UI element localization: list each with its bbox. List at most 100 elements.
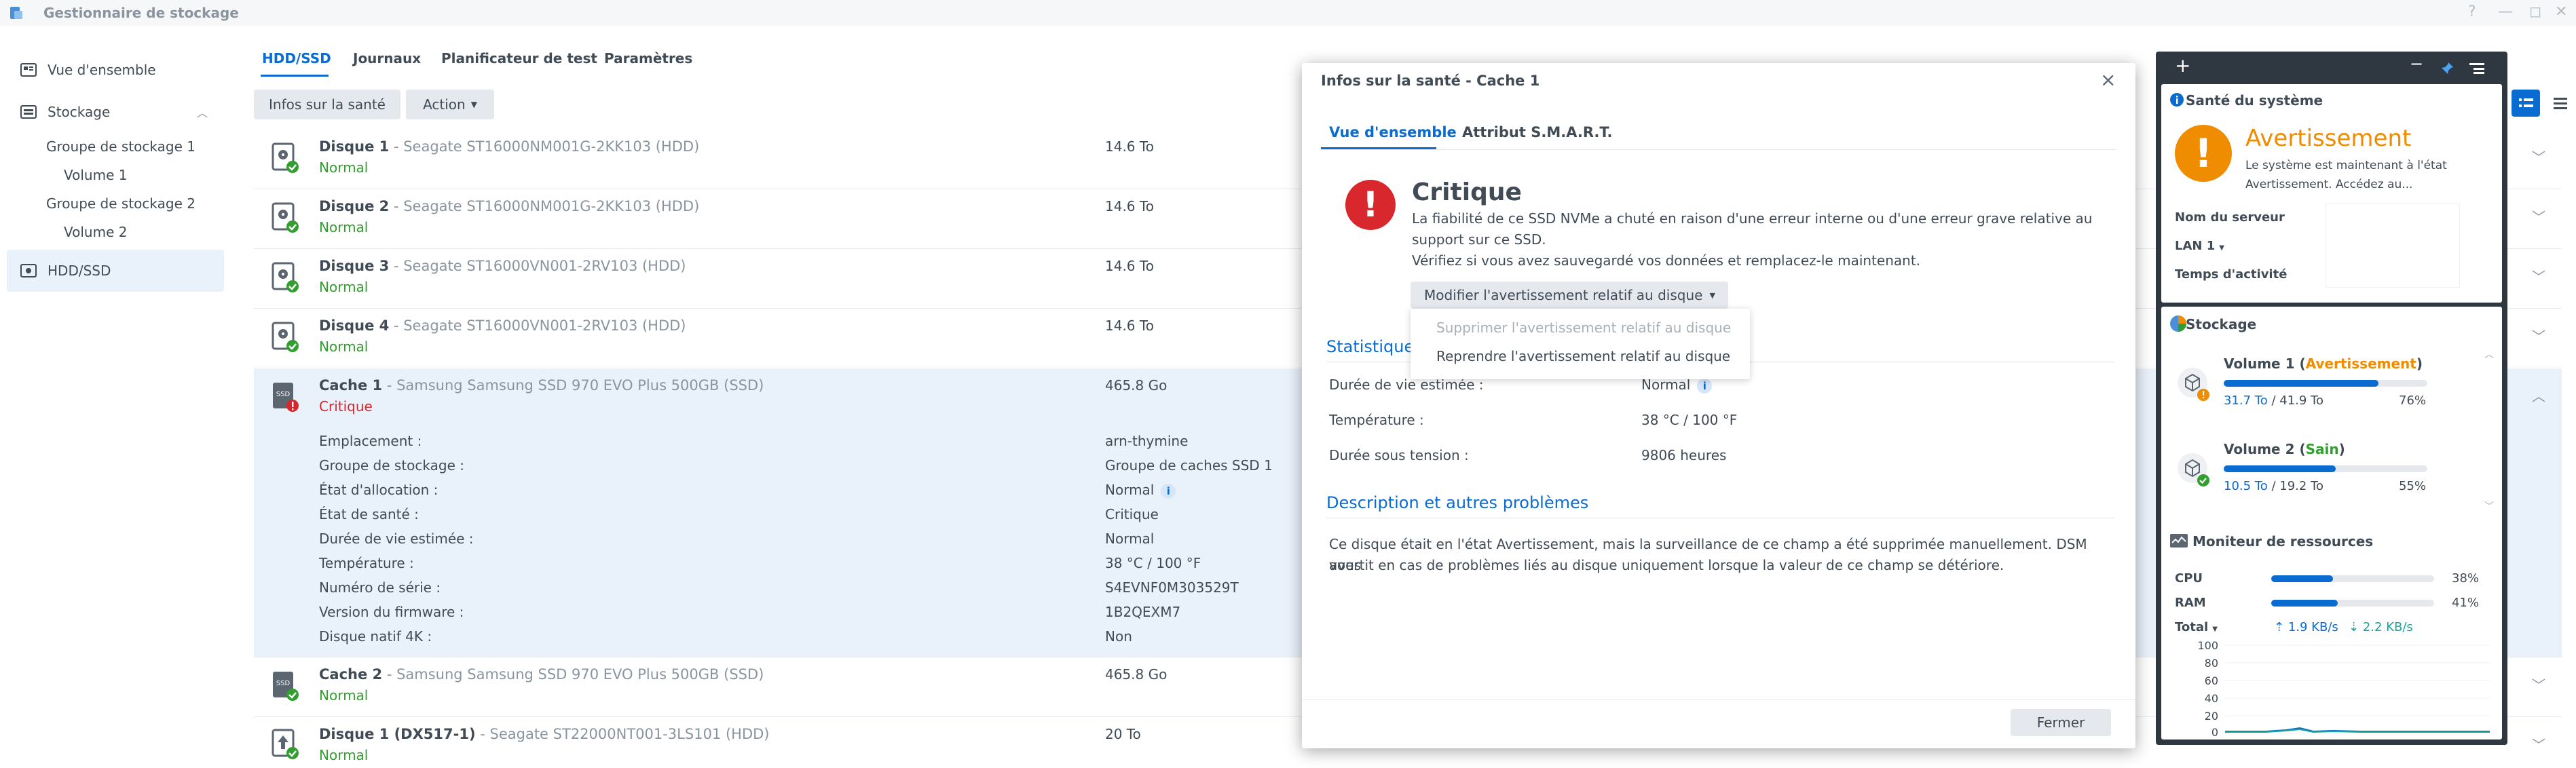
volume-2-usage-fill (2224, 465, 2336, 472)
volume-1-percent: 76% (2399, 393, 2427, 408)
hdd-normal-icon (272, 322, 299, 352)
detail-label-firmware: Version du firmware : (319, 604, 464, 620)
tab-settings[interactable]: Paramètres (604, 50, 692, 66)
tab-divider (1321, 149, 2116, 150)
widget-settings-icon[interactable] (2468, 61, 2486, 76)
volume-1-usage-bar (2224, 380, 2427, 387)
disk-status: Normal (319, 219, 369, 235)
volume-2-percent: 55% (2399, 479, 2427, 493)
chevron-down-icon[interactable]: ﹀ (2532, 734, 2545, 754)
download-rate: ⇣ 2.2 KB/s (2349, 620, 2413, 634)
lan-selector[interactable]: LAN 1 ▼ (2175, 239, 2224, 253)
ssd-critical-icon: SSD (273, 383, 299, 412)
sidebar-item-volume-2[interactable]: Volume 2 (64, 224, 127, 240)
sidebar-item-overview[interactable]: Vue d'ensemble (7, 50, 224, 90)
svg-text:SSD: SSD (276, 680, 291, 687)
disk-name: Disque 4 - Seagate ST16000VN001-2RV103 (… (319, 318, 686, 334)
network-total-selector[interactable]: Total ▼ (2175, 620, 2218, 634)
sidebar-item-storage-pool-1[interactable]: Groupe de stockage 1 (46, 138, 195, 155)
tab-smart-attributes[interactable]: Attribut S.M.A.R.T. (1462, 124, 1612, 140)
action-button-label: Action (423, 96, 466, 113)
volume-1-title: Volume 1 (Avertissement) (2224, 356, 2423, 372)
close-icon[interactable]: × (2100, 69, 2116, 91)
health-card-title: Santé du système (2186, 92, 2323, 109)
description-line-2: avertit en cas de problèmes liés au disq… (1329, 557, 2004, 573)
stat-label-temperature: Température : (1329, 412, 1424, 428)
chevron-down-icon[interactable]: ﹀ (2532, 674, 2545, 694)
minimize-icon[interactable]: — (2498, 3, 2513, 22)
stat-value-temperature: 38 °C / 100 °F (1641, 412, 1738, 428)
disk-size: 20 To (1105, 726, 1141, 742)
chevron-down-icon[interactable]: ﹀ (2532, 326, 2545, 345)
close-button[interactable]: Fermer (2011, 709, 2111, 736)
tab-hdd-ssd[interactable]: HDD/SSD (262, 50, 331, 66)
detail-label-temperature: Température : (319, 555, 414, 571)
modify-warning-dropdown[interactable]: Modifier l'avertissement relatif au disq… (1411, 282, 1728, 309)
sidebar-item-storage-pool-2[interactable]: Groupe de stockage 2 (46, 195, 195, 212)
detail-value-temperature: 38 °C / 100 °F (1105, 555, 1201, 571)
tab-logs[interactable]: Journaux (353, 50, 421, 66)
action-dropdown-button[interactable]: Action ▼ (406, 90, 494, 119)
storage-manager-icon (10, 7, 22, 19)
cpu-usage-bar (2271, 575, 2434, 582)
stats-section-title: Statistiques (1326, 337, 1423, 356)
detail-value-serial: S4EVNF0M303529T (1105, 579, 1239, 596)
y-tick: 60 (2204, 674, 2218, 687)
description-section-title: Description et autres problèmes (1326, 493, 1589, 512)
detail-value-firmware: 1B2QEXM7 (1105, 604, 1181, 620)
cpu-value: 38% (2452, 571, 2480, 585)
disk-size: 14.6 To (1105, 318, 1154, 334)
uptime-label: Temps d'activité (2175, 267, 2288, 282)
sidebar-item-volume-1[interactable]: Volume 1 (64, 167, 127, 183)
stat-label-power-on: Durée sous tension : (1329, 447, 1469, 463)
disk-status: Normal (319, 687, 369, 704)
info-circle-icon (2170, 93, 2184, 107)
sidebar-item-storage[interactable]: Stockage ︿ (7, 92, 224, 132)
disk-size: 14.6 To (1105, 198, 1154, 214)
scroll-down-icon[interactable]: ﹀ (2484, 499, 2494, 513)
maximize-icon[interactable]: ◻ (2529, 3, 2541, 22)
caret-down-icon: ▼ (2219, 244, 2224, 252)
sidebar-item-hdd-ssd[interactable]: HDD/SSD (7, 250, 224, 292)
list-view-button[interactable] (2512, 90, 2540, 117)
hdd-normal-icon (272, 262, 299, 292)
hdd-expansion-icon (272, 729, 299, 759)
help-icon[interactable]: ? (2468, 3, 2476, 22)
disk-size: 465.8 Go (1105, 666, 1168, 683)
menu-item-suppress-warning[interactable]: Supprimer l'avertissement relatif au dis… (1436, 320, 1731, 336)
upload-line (2225, 727, 2490, 733)
chevron-up-icon[interactable]: ︿ (2532, 385, 2545, 405)
tab-test-scheduler[interactable]: Planificateur de test (441, 50, 597, 66)
warning-icon: ! (2175, 125, 2232, 182)
detail-value-storage-group: Groupe de caches SSD 1 (1105, 457, 1273, 474)
chevron-down-icon[interactable]: ﹀ (2532, 206, 2545, 226)
minimize-icon[interactable]: − (2410, 54, 2423, 73)
tab-overview[interactable]: Vue d'ensemble (1329, 124, 1457, 140)
ram-usage-fill (2271, 600, 2338, 607)
caret-down-icon: ▼ (2212, 626, 2218, 633)
cpu-usage-fill (2271, 575, 2334, 582)
menu-item-resume-warning[interactable]: Reprendre l'avertissement relatif au dis… (1436, 348, 1730, 364)
disk-status: Critique (319, 398, 373, 415)
health-info-button[interactable]: Infos sur la santé (254, 90, 400, 119)
chevron-down-icon[interactable]: ﹀ (2532, 147, 2545, 166)
info-icon[interactable]: i (1161, 484, 1176, 499)
y-tick: 40 (2204, 692, 2218, 705)
scroll-up-icon[interactable]: ︿ (2484, 347, 2494, 361)
volume-2-usage-text: 10.5 To / 19.2 To (2224, 479, 2324, 493)
critical-message-line-3: Vérifiez si vous avez sauvegardé vos don… (1412, 252, 1921, 269)
close-icon[interactable]: ✕ (2555, 3, 2567, 22)
storage-icon (20, 104, 37, 120)
resource-monitor-card: Moniteur de ressources CPU 38% RAM 41% T… (2161, 525, 2502, 740)
storage-pie-icon (2170, 315, 2186, 332)
add-widget-icon[interactable]: + (2175, 54, 2190, 77)
disk-status: Normal (319, 339, 369, 355)
info-icon[interactable]: i (1697, 379, 1713, 393)
critical-message-line-1: La fiabilité de ce SSD NVMe a chuté en r… (1412, 210, 2093, 227)
sidebar: Vue d'ensemble Stockage ︿ Groupe de stoc… (0, 26, 229, 768)
chevron-up-icon[interactable]: ︿ (197, 104, 208, 120)
disk-name: Disque 3 - Seagate ST16000VN001-2RV103 (… (319, 258, 686, 274)
pin-icon[interactable] (2440, 61, 2454, 76)
chevron-down-icon[interactable]: ﹀ (2532, 266, 2545, 286)
menu-icon[interactable] (2547, 90, 2574, 117)
